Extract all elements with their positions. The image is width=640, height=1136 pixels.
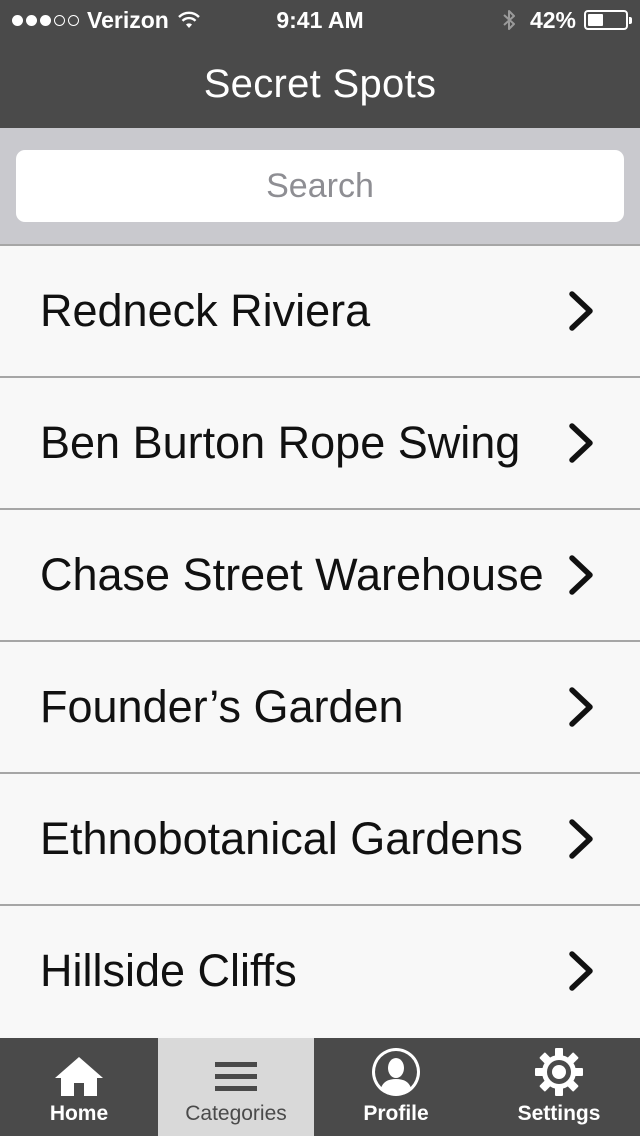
tab-bar: Home Categories Profile Settings [0,1038,640,1136]
search-input[interactable]: Search [16,150,624,222]
tab-home[interactable]: Home [0,1038,158,1136]
tab-profile[interactable]: Profile [314,1038,478,1136]
chevron-right-icon [569,555,593,595]
list-item-redneck-riviera[interactable]: Redneck Riviera [0,244,640,376]
chevron-right-icon [569,819,593,859]
status-bar: Verizon 9:41 AM 42% [0,0,640,40]
list-item-ben-burton-rope-swing[interactable]: Ben Burton Rope Swing [0,376,640,508]
list-item-ethnobotanical-gardens[interactable]: Ethnobotanical Gardens [0,772,640,904]
list-item-label: Redneck Riviera [40,285,371,336]
top-bar: Verizon 9:41 AM 42% Secret Spots [0,0,640,128]
tab-settings[interactable]: Settings [478,1038,640,1136]
chevron-right-icon [569,291,593,331]
profile-icon [372,1048,420,1096]
list-item-label: Hillside Cliffs [40,945,297,996]
status-right: 42% [502,0,632,40]
list-item-label: Chase Street Warehouse [40,549,544,600]
chevron-right-icon [569,423,593,463]
bluetooth-icon [503,10,515,30]
list-item-label: Ethnobotanical Gardens [40,813,523,864]
chevron-right-icon [569,687,593,727]
tab-label: Categories [185,1102,287,1125]
list-item-founders-garden[interactable]: Founder’s Garden [0,640,640,772]
search-area: Search [0,128,640,244]
list-item-hillside-cliffs[interactable]: Hillside Cliffs [0,904,640,1036]
battery-level [588,14,604,26]
page-title: Secret Spots [203,62,437,106]
tab-categories[interactable]: Categories [158,1038,314,1136]
home-icon [55,1057,103,1096]
tab-label: Settings [517,1102,601,1125]
tab-label: Home [49,1102,109,1125]
search-placeholder: Search [266,166,374,205]
list-item-label: Founder’s Garden [40,681,404,732]
list-icon [215,1062,257,1091]
list-item-label: Ben Burton Rope Swing [40,417,521,468]
spots-list: Redneck Riviera Ben Burton Rope Swing Ch… [0,244,640,1038]
list-item-chase-street-warehouse[interactable]: Chase Street Warehouse [0,508,640,640]
gear-icon [535,1048,583,1096]
battery-percentage: 42% [529,7,576,33]
battery-icon [584,10,632,30]
tab-label: Profile [363,1102,429,1125]
chevron-right-icon [569,951,593,991]
